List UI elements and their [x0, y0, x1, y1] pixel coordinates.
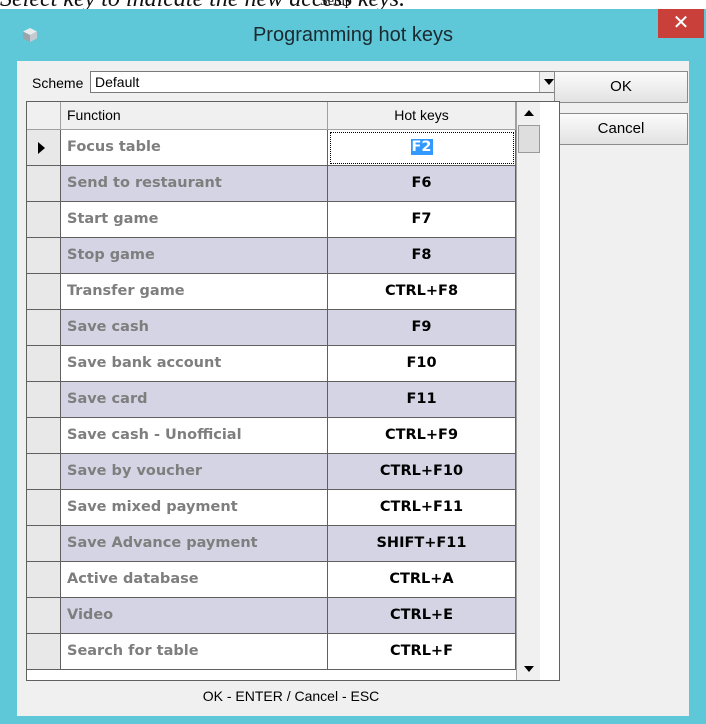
- hotkey-cell[interactable]: F2: [328, 130, 516, 166]
- table-row[interactable]: Video CTRL+E: [27, 598, 540, 634]
- scroll-thumb[interactable]: [518, 125, 540, 153]
- row-indicator[interactable]: [27, 598, 61, 634]
- hotkey-selected-text: F2: [410, 139, 433, 155]
- hotkey-cell[interactable]: SHIFT+F11: [328, 526, 516, 562]
- scheme-value: Default: [95, 74, 140, 90]
- function-cell[interactable]: Save mixed payment: [61, 490, 328, 526]
- column-header-hotkeys[interactable]: Hot keys: [328, 102, 516, 130]
- hotkey-cell[interactable]: CTRL+E: [328, 598, 516, 634]
- row-indicator[interactable]: [27, 166, 61, 202]
- scheme-label: Scheme: [32, 75, 84, 91]
- current-row-arrow-icon: [38, 142, 45, 154]
- row-indicator-header: [27, 102, 61, 130]
- hotkey-cell[interactable]: F10: [328, 346, 516, 382]
- hotkey-cell[interactable]: F7: [328, 202, 516, 238]
- hotkey-cell[interactable]: CTRL+F9: [328, 418, 516, 454]
- row-indicator[interactable]: [27, 418, 61, 454]
- table-row[interactable]: Send to restaurant F6: [27, 166, 540, 202]
- hotkeys-table: Function Hot keys Focus table F2 Send to r…: [26, 101, 560, 681]
- function-cell[interactable]: Save bank account: [61, 346, 328, 382]
- table-row[interactable]: Save cash - Unofficial CTRL+F9: [27, 418, 540, 454]
- table-row[interactable]: Transfer game CTRL+F8: [27, 274, 540, 310]
- row-indicator[interactable]: [27, 490, 61, 526]
- function-cell[interactable]: Save cash - Unofficial: [61, 418, 328, 454]
- function-cell[interactable]: Active database: [61, 562, 328, 598]
- row-indicator[interactable]: [27, 526, 61, 562]
- table-row[interactable]: Search for table CTRL+F: [27, 634, 540, 670]
- function-cell[interactable]: Save cash: [61, 310, 328, 346]
- function-cell[interactable]: Focus table: [61, 130, 328, 166]
- function-cell[interactable]: Save Advance payment: [61, 526, 328, 562]
- hotkey-cell[interactable]: CTRL+F10: [328, 454, 516, 490]
- hotkey-cell[interactable]: F9: [328, 310, 516, 346]
- chevron-down-icon: [543, 79, 554, 85]
- row-indicator[interactable]: [27, 202, 61, 238]
- row-indicator[interactable]: [27, 382, 61, 418]
- function-cell[interactable]: Video: [61, 598, 328, 634]
- table-row[interactable]: Save cash F9: [27, 310, 540, 346]
- scroll-down-button[interactable]: [517, 658, 540, 680]
- table-row[interactable]: Start game F7: [27, 202, 540, 238]
- hotkey-cell[interactable]: F6: [328, 166, 516, 202]
- row-indicator[interactable]: [27, 346, 61, 382]
- scheme-dropdown[interactable]: Default: [90, 71, 558, 93]
- hotkey-cell[interactable]: CTRL+F11: [328, 490, 516, 526]
- title-bar[interactable]: Programming hot keys ✕: [0, 9, 706, 61]
- arrow-down-icon: [523, 666, 534, 672]
- dialog-body: Scheme Default OK Cancel Function Hot ke…: [17, 61, 689, 716]
- row-indicator[interactable]: [27, 454, 61, 490]
- function-cell[interactable]: Start game: [61, 202, 328, 238]
- shortcut-hint: OK - ENTER / Cancel - ESC: [202, 688, 380, 704]
- row-indicator[interactable]: [27, 238, 61, 274]
- function-cell[interactable]: Search for table: [61, 634, 328, 670]
- hotkey-cell[interactable]: CTRL+A: [328, 562, 516, 598]
- dialog-title: Programming hot keys: [252, 24, 454, 46]
- arrow-up-icon: [523, 110, 534, 116]
- row-indicator[interactable]: [27, 634, 61, 670]
- function-cell[interactable]: Save card: [61, 382, 328, 418]
- function-cell[interactable]: Stop game: [61, 238, 328, 274]
- table-row[interactable]: Focus table F2: [27, 130, 540, 166]
- function-cell[interactable]: Transfer game: [61, 274, 328, 310]
- vertical-scrollbar[interactable]: [516, 102, 540, 680]
- hotkeys-dialog: Programming hot keys ✕ Scheme Default OK…: [0, 9, 706, 724]
- close-icon: ✕: [672, 12, 690, 34]
- table-row[interactable]: Save by voucher CTRL+F10: [27, 454, 540, 490]
- row-indicator[interactable]: [27, 562, 61, 598]
- table-row[interactable]: Save card F11: [27, 382, 540, 418]
- table-row[interactable]: Stop game F8: [27, 238, 540, 274]
- row-indicator[interactable]: [27, 274, 61, 310]
- hotkey-cell[interactable]: CTRL+F: [328, 634, 516, 670]
- hotkey-cell[interactable]: F11: [328, 382, 516, 418]
- row-indicator[interactable]: [27, 130, 61, 166]
- close-button[interactable]: ✕: [658, 9, 704, 38]
- column-header-function[interactable]: Function: [61, 102, 328, 130]
- ok-button[interactable]: OK: [554, 71, 688, 103]
- function-cell[interactable]: Save by voucher: [61, 454, 328, 490]
- cancel-button[interactable]: Cancel: [554, 113, 688, 145]
- hotkey-cell[interactable]: CTRL+F8: [328, 274, 516, 310]
- table-row[interactable]: Active database CTRL+A: [27, 562, 540, 598]
- function-cell[interactable]: Send to restaurant: [61, 166, 328, 202]
- table-row[interactable]: Save Advance payment SHIFT+F11: [27, 526, 540, 562]
- table-row[interactable]: Save mixed payment CTRL+F11: [27, 490, 540, 526]
- hotkey-cell[interactable]: F8: [328, 238, 516, 274]
- table-row[interactable]: Save bank account F10: [27, 346, 540, 382]
- row-indicator[interactable]: [27, 310, 61, 346]
- scroll-up-button[interactable]: [517, 102, 540, 124]
